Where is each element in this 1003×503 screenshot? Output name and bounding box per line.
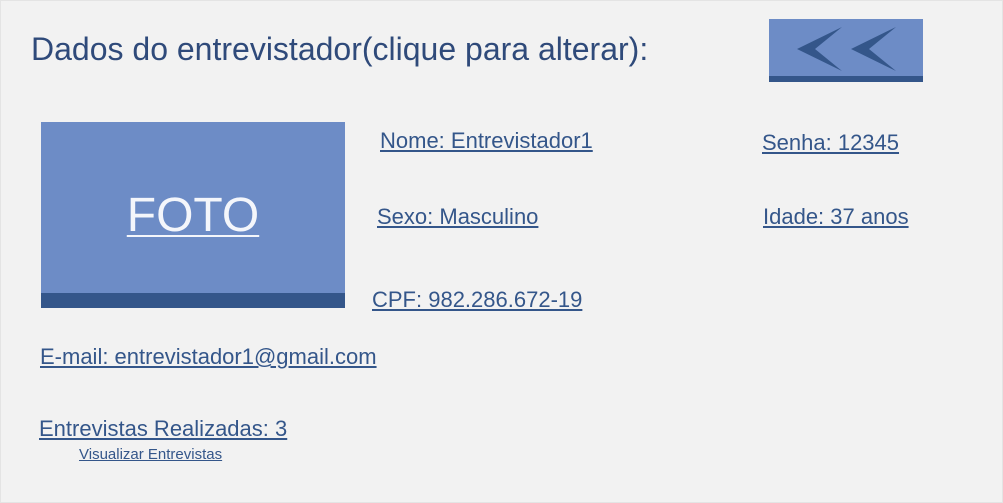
interviews-count-field[interactable]: Entrevistas Realizadas: 3: [39, 416, 287, 442]
name-field[interactable]: Nome: Entrevistador1: [380, 128, 593, 154]
cpf-field[interactable]: CPF: 982.286.672-19: [372, 287, 582, 313]
email-field[interactable]: E-mail: entrevistador1@gmail.com: [40, 344, 377, 370]
age-field[interactable]: Idade: 37 anos: [763, 204, 909, 230]
page-title: Dados do entrevistador(clique para alter…: [31, 31, 649, 67]
double-chevron-left-icon: [797, 27, 896, 71]
interviewer-panel: Dados do entrevistador(clique para alter…: [0, 0, 1003, 503]
sex-field[interactable]: Sexo: Masculino: [377, 204, 538, 230]
view-interviews-link[interactable]: Visualizar Entrevistas: [79, 446, 222, 463]
password-field[interactable]: Senha: 12345: [762, 130, 899, 156]
photo-label: FOTO: [126, 189, 260, 242]
back-button[interactable]: [769, 19, 923, 82]
photo-placeholder[interactable]: FOTO: [41, 122, 345, 308]
